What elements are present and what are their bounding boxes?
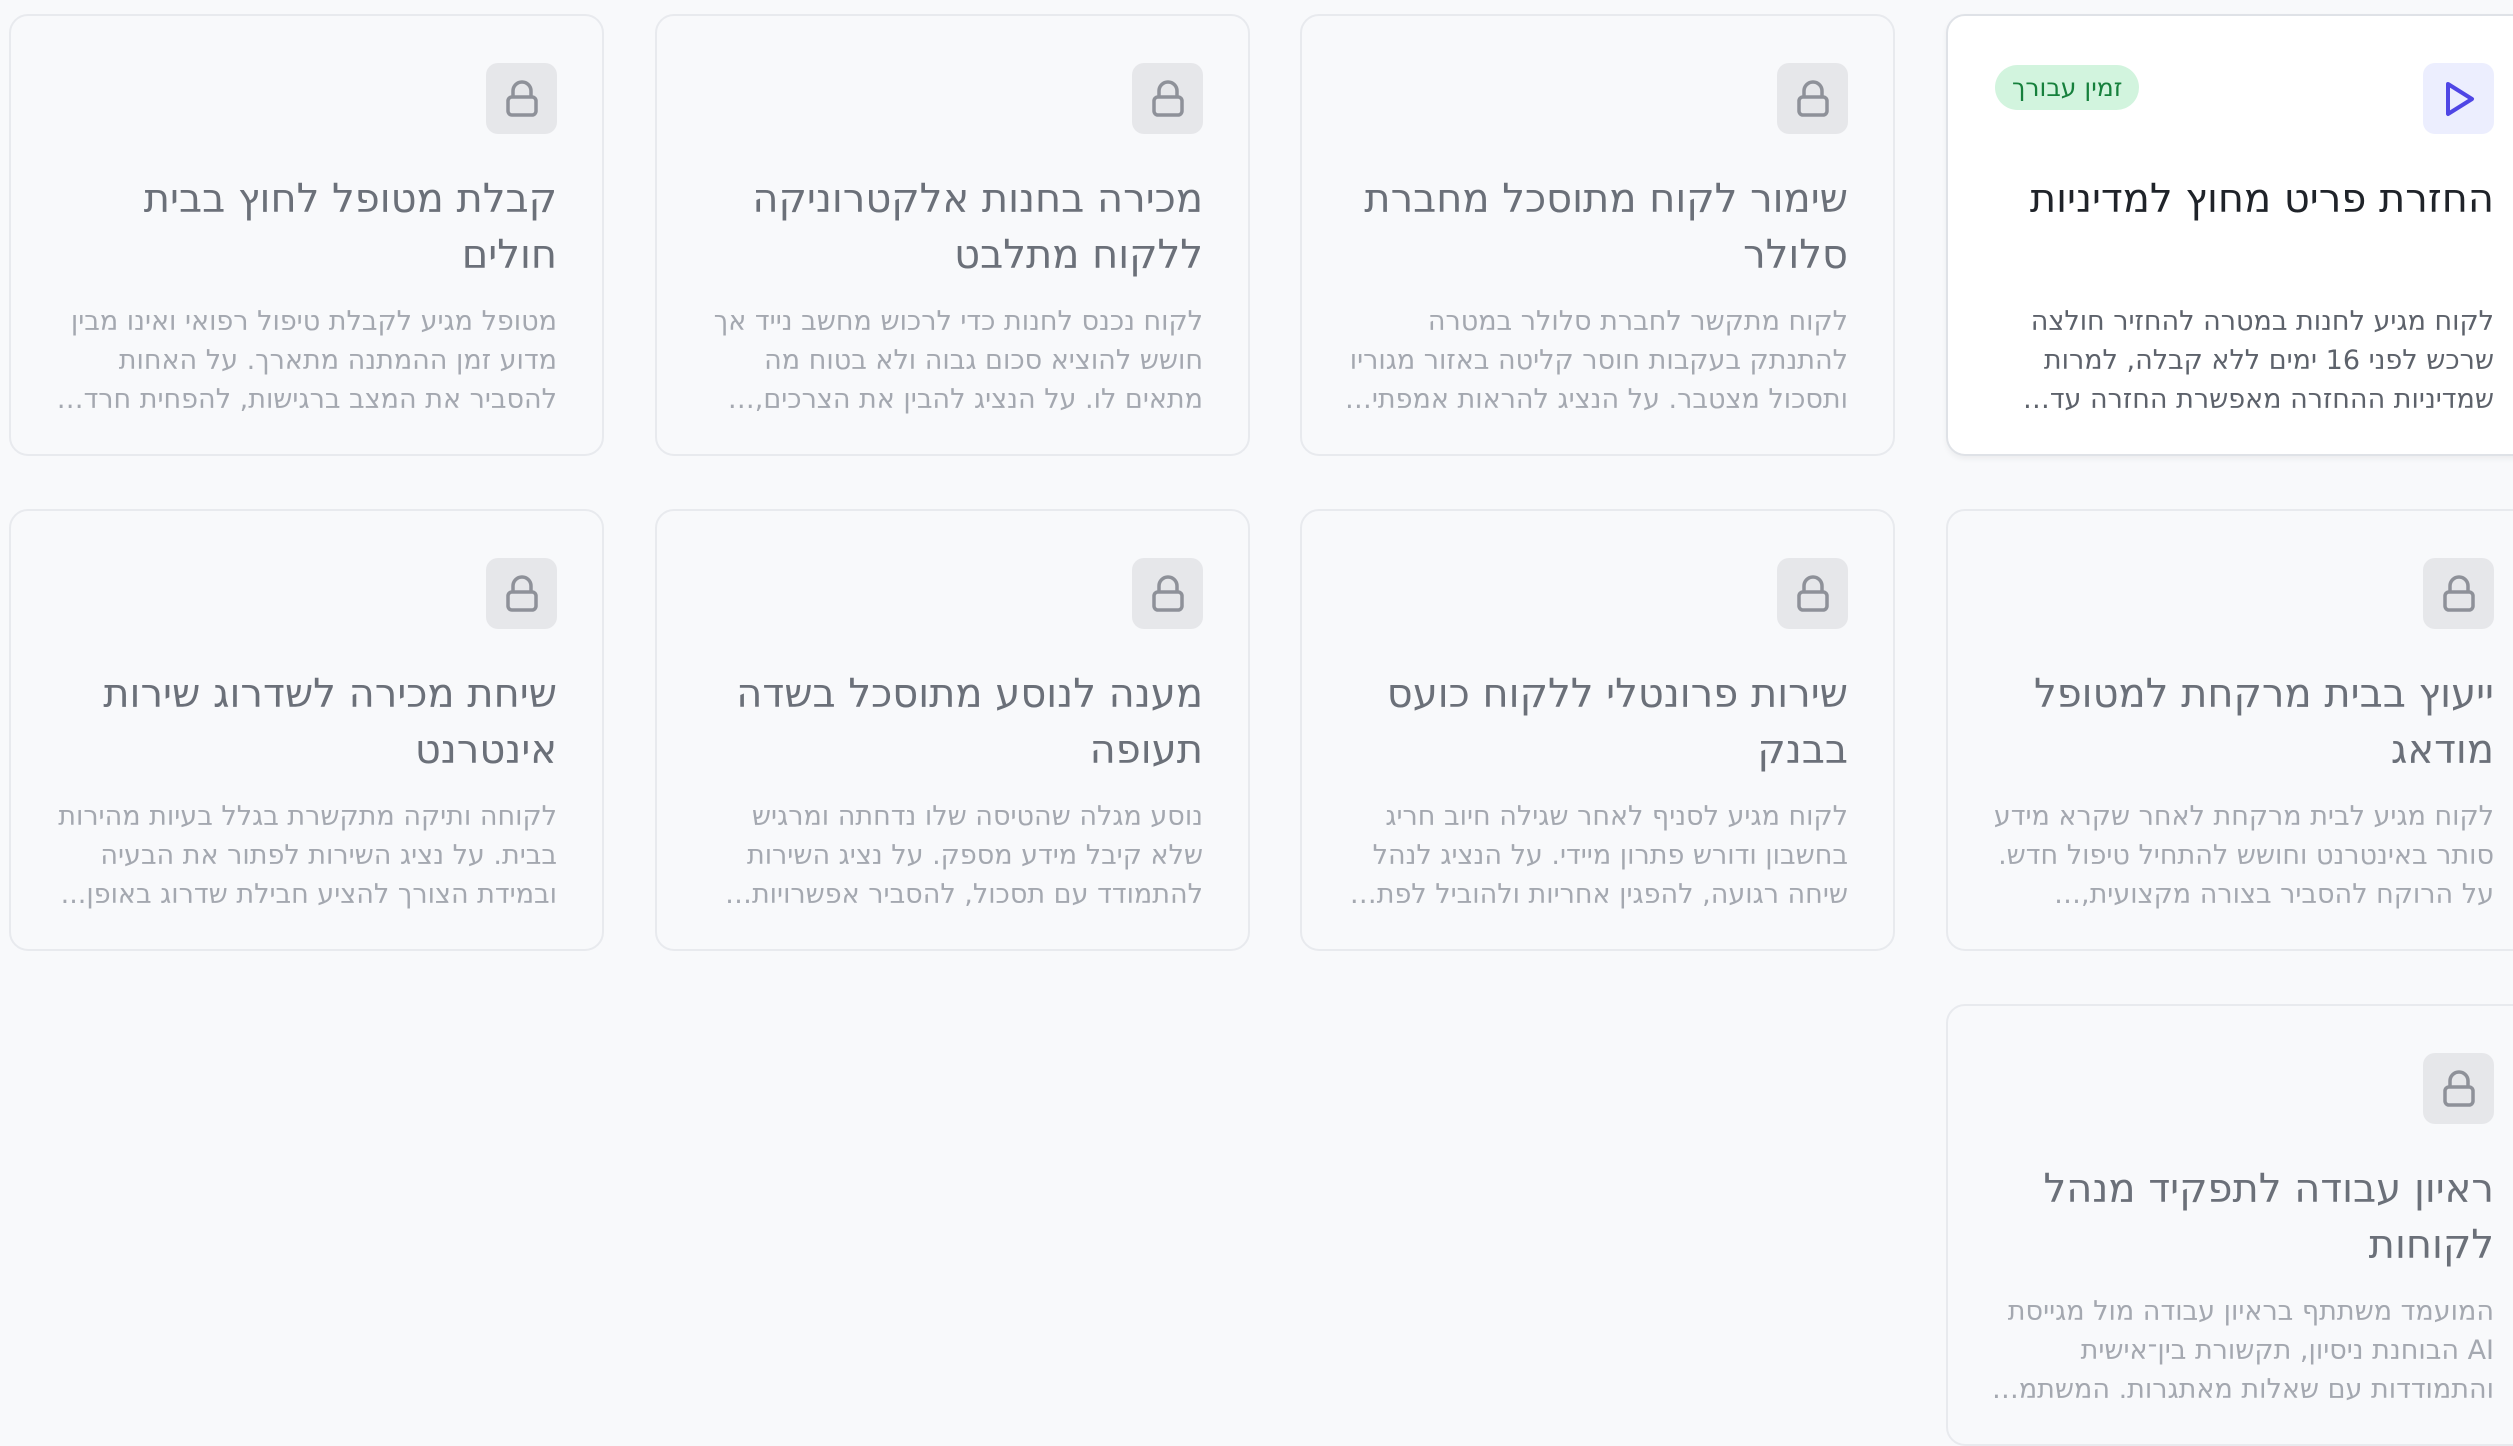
card-title: מכירה בחנות אלקטרוניקה ללקוח מתלבט xyxy=(752,176,1203,278)
lock-icon xyxy=(486,63,557,134)
scenario-card[interactable]: ייעוץ בבית מרקחת למטופל מודאג לקוח מגיע ל… xyxy=(1946,509,2513,951)
lock-icon xyxy=(2423,558,2494,629)
play-icon[interactable] xyxy=(2423,63,2494,134)
card-title: ראיון עבודה לתפקיד מנהל לקוחות xyxy=(2043,1166,2494,1268)
card-description: לקוח מגיע לחנות במטרה להחזיר חולצה שרכש … xyxy=(2030,306,2494,415)
lock-icon xyxy=(486,558,557,629)
card-description: נוסע מגלה שהטיסה שלו נדחתה ומרגיש שלא קי… xyxy=(746,801,1203,910)
card-title: שירות פרונטלי ללקוח כועס בבנק xyxy=(1386,671,1848,773)
scenario-card[interactable]: שיחת מכירה לשדרוג שירות אינטרנט לקוחה ותי… xyxy=(9,509,604,951)
card-description: לקוח מתקשר לחברת סלולר במטרה להתנתק בעקב… xyxy=(1345,306,1848,415)
card-description: לקוח מגיע לבית מרקחת לאחר שקרא מידע סותר… xyxy=(1993,801,2494,910)
scenario-card[interactable]: ראיון עבודה לתפקיד מנהל לקוחות המועמד משת… xyxy=(1946,1004,2513,1446)
card-description: לקוח נכנס לחנות כדי לרכוש מחשב נייד אך ח… xyxy=(713,306,1203,415)
scenario-grid: זמין עבורך החזרת פריט מחוץ למדיניות לקוח מ… xyxy=(0,0,2513,1446)
availability-badge: זמין עבורך xyxy=(1995,65,2140,110)
scenario-card[interactable]: קבלת מטופל לחוץ בבית חולים מטופל מגיע לקב… xyxy=(9,14,604,456)
scenario-card[interactable]: שירות פרונטלי ללקוח כועס בבנק לקוח מגיע ל… xyxy=(1300,509,1895,951)
scenario-card[interactable]: שימור לקוח מתוסכל מחברת סלולר לקוח מתקשר … xyxy=(1300,14,1895,456)
lock-icon xyxy=(1132,558,1203,629)
card-title: החזרת פריט מחוץ למדיניות xyxy=(2029,176,2494,222)
card-description: מטופל מגיע לקבלת טיפול רפואי ואינו מבין … xyxy=(65,306,557,415)
lock-icon xyxy=(1132,63,1203,134)
card-title: שימור לקוח מתוסכל מחברת סלולר xyxy=(1364,176,1848,278)
lock-icon xyxy=(1777,63,1848,134)
lock-icon xyxy=(1777,558,1848,629)
card-title: ייעוץ בבית מרקחת למטופל מודאג xyxy=(2033,671,2494,773)
card-title: שיחת מכירה לשדרוג שירות אינטרנט xyxy=(103,671,557,773)
card-title: קבלת מטופל לחוץ בבית חולים xyxy=(143,176,557,278)
card-description: המועמד משתתף בראיון עבודה מול מגייסת AI … xyxy=(1999,1296,2494,1405)
card-title: מענה לנוסע מתוסכל בשדה תעופה xyxy=(736,671,1203,773)
card-description: לקוחה ותיקה מתקשרת בגלל בעיות מהירות בבי… xyxy=(58,801,557,910)
card-description: לקוח מגיע לסניף לאחר שגילה חיוב חריג בחש… xyxy=(1346,801,1848,910)
scenario-card[interactable]: מכירה בחנות אלקטרוניקה ללקוח מתלבט לקוח נ… xyxy=(655,14,1250,456)
scenario-card[interactable]: זמין עבורך החזרת פריט מחוץ למדיניות לקוח מ… xyxy=(1946,14,2513,456)
scenario-card[interactable]: מענה לנוסע מתוסכל בשדה תעופה נוסע מגלה שה… xyxy=(655,509,1250,951)
lock-icon xyxy=(2423,1053,2494,1124)
